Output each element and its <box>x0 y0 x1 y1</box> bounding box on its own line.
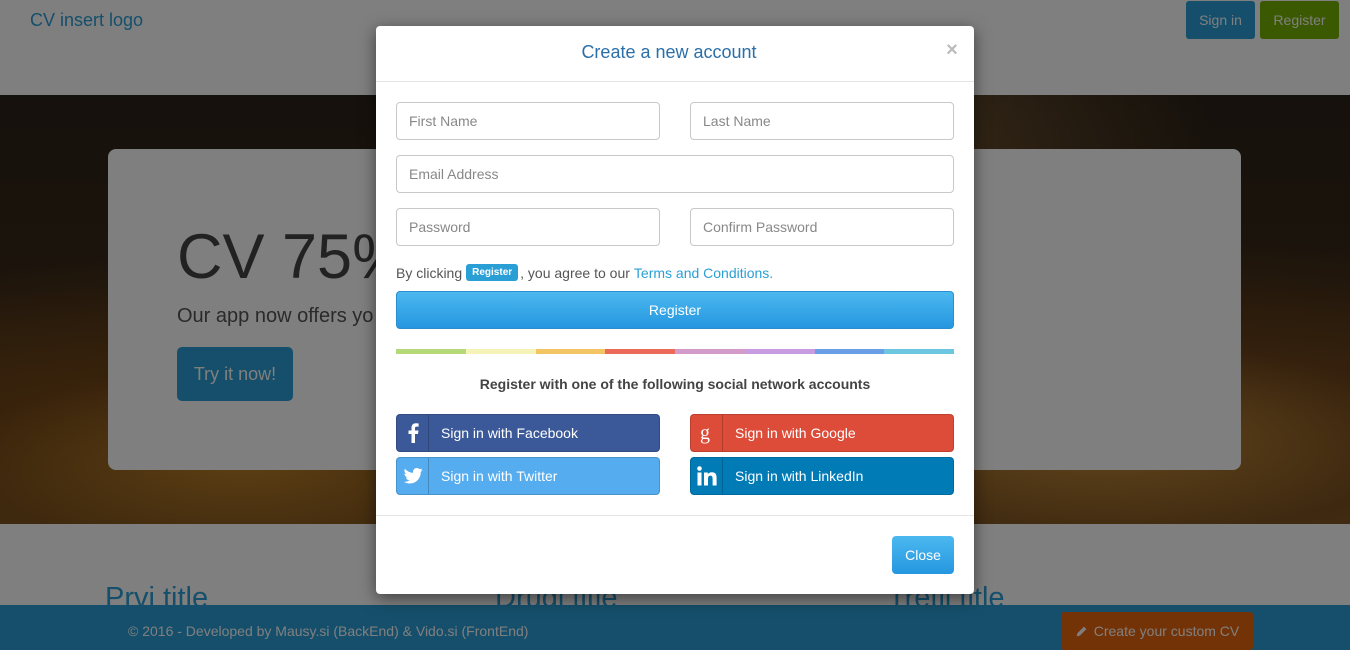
social-heading: Register with one of the following socia… <box>479 376 871 392</box>
agree-middle: , you agree to our <box>520 264 630 281</box>
terms-agreement: By clicking Register , you agree to our … <box>396 264 773 281</box>
linkedin-label: Sign in with LinkedIn <box>735 468 864 484</box>
modal-footer: Close <box>376 515 974 594</box>
linkedin-icon <box>691 458 723 494</box>
facebook-icon <box>397 415 429 451</box>
svg-text:g: g <box>700 422 710 444</box>
register-modal: Create a new account × By clicking Regis… <box>376 26 974 594</box>
google-signin-button[interactable]: g Sign in with Google <box>690 414 954 452</box>
password-field[interactable] <box>396 208 660 246</box>
twitter-icon <box>397 458 429 494</box>
color-divider-segment <box>465 349 536 354</box>
close-icon[interactable]: × <box>942 38 962 62</box>
facebook-signin-button[interactable]: Sign in with Facebook <box>396 414 660 452</box>
email-field[interactable] <box>396 155 954 193</box>
last-name-field[interactable] <box>690 102 954 140</box>
color-divider-segment <box>605 349 675 354</box>
agree-prefix: By clicking <box>396 264 463 281</box>
terms-link[interactable]: Terms and Conditions. <box>634 265 773 281</box>
color-divider-segment <box>675 349 745 354</box>
color-divider-segment <box>535 349 606 354</box>
twitter-label: Sign in with Twitter <box>441 468 558 484</box>
close-button[interactable]: Close <box>892 536 954 574</box>
first-name-field[interactable] <box>396 102 660 140</box>
color-divider <box>396 349 954 354</box>
google-label: Sign in with Google <box>735 425 856 441</box>
color-divider-segment <box>884 349 954 354</box>
confirm-password-field[interactable] <box>690 208 954 246</box>
color-divider-segment <box>396 349 466 354</box>
register-badge: Register <box>466 264 519 281</box>
twitter-signin-button[interactable]: Sign in with Twitter <box>396 457 660 495</box>
modal-title: Create a new account <box>581 42 757 62</box>
linkedin-signin-button[interactable]: Sign in with LinkedIn <box>690 457 954 495</box>
google-plus-icon: g <box>691 415 723 451</box>
modal-header: Create a new account × <box>376 26 974 82</box>
register-submit-button[interactable]: Register <box>396 291 954 329</box>
facebook-label: Sign in with Facebook <box>441 425 578 441</box>
color-divider-segment <box>814 349 885 354</box>
color-divider-segment <box>744 349 815 354</box>
